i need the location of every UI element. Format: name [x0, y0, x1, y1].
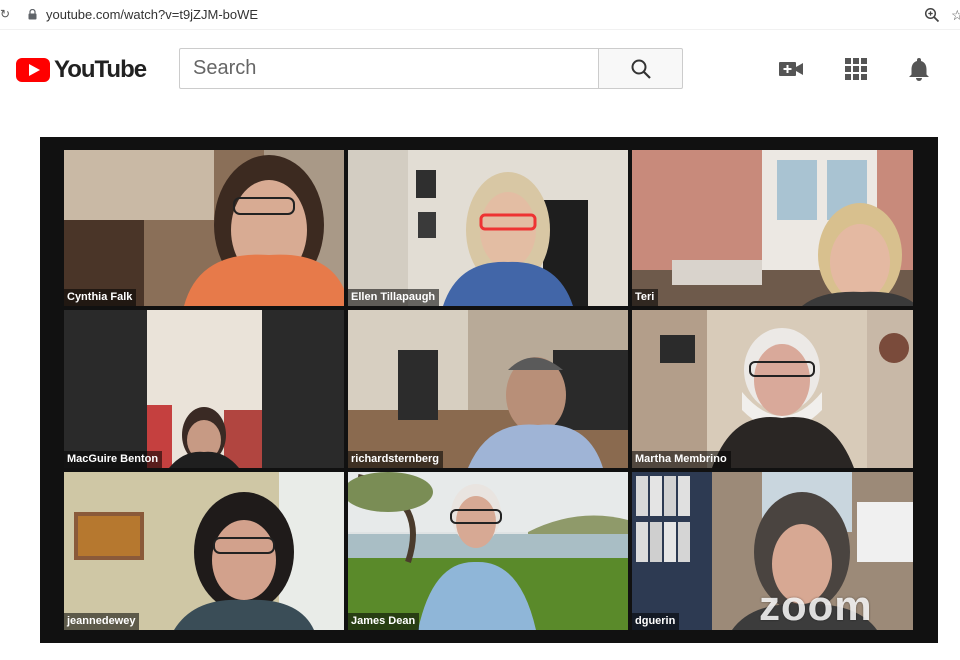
youtube-header: YouTube: [0, 30, 960, 108]
participant-name: MacGuire Benton: [64, 451, 163, 468]
participant-tile: Martha Membrino: [632, 310, 913, 468]
participant-tile: James Dean: [348, 472, 628, 630]
search-button[interactable]: [598, 48, 683, 89]
participant-video: [64, 472, 344, 630]
reload-icon[interactable]: ↻: [0, 7, 10, 21]
apps-grid-icon[interactable]: [843, 56, 869, 82]
participant-name: dguerin: [632, 613, 680, 630]
browser-address-bar: ↻ youtube.com/watch?v=t9jZJM-boWE ☆: [0, 0, 960, 30]
participant-tile-active-speaker: MacGuire Benton: [64, 310, 344, 468]
participant-video: [348, 310, 628, 468]
participant-tile: richardsternberg: [348, 310, 628, 468]
participant-tile: Ellen Tillapaugh: [348, 150, 628, 306]
participant-name: Cynthia Falk: [64, 289, 137, 306]
participant-name: richardsternberg: [348, 451, 444, 468]
participant-tile: jeannedewey: [64, 472, 344, 630]
zoom-watermark: zoom: [759, 582, 873, 629]
youtube-logo-text: YouTube: [54, 56, 147, 83]
participant-video: [632, 150, 913, 306]
participant-video: [64, 310, 344, 468]
participant-video: [348, 150, 628, 306]
participant-video: [348, 472, 628, 630]
participant-tile: Cynthia Falk: [64, 150, 344, 306]
zoom-icon[interactable]: [924, 7, 940, 23]
create-video-icon[interactable]: [778, 56, 804, 82]
search-box: [179, 48, 598, 89]
youtube-logo[interactable]: YouTube: [16, 56, 147, 84]
bookmark-star-icon[interactable]: ☆: [951, 7, 960, 23]
lock-icon[interactable]: [28, 9, 37, 20]
url-text[interactable]: youtube.com/watch?v=t9jZJM-boWE: [46, 7, 258, 22]
youtube-play-icon: [16, 58, 50, 82]
participant-name: Ellen Tillapaugh: [348, 289, 440, 306]
search-input[interactable]: [180, 49, 598, 88]
participant-name: jeannedewey: [64, 613, 140, 630]
participant-tile: Teri: [632, 150, 913, 306]
participant-video: [64, 150, 344, 306]
participant-video: [632, 310, 913, 468]
notifications-bell-icon[interactable]: [906, 56, 932, 82]
participant-name: James Dean: [348, 613, 420, 630]
participant-name: Martha Membrino: [632, 451, 731, 468]
participant-name: Teri: [632, 289, 659, 306]
search-icon: [631, 59, 651, 79]
